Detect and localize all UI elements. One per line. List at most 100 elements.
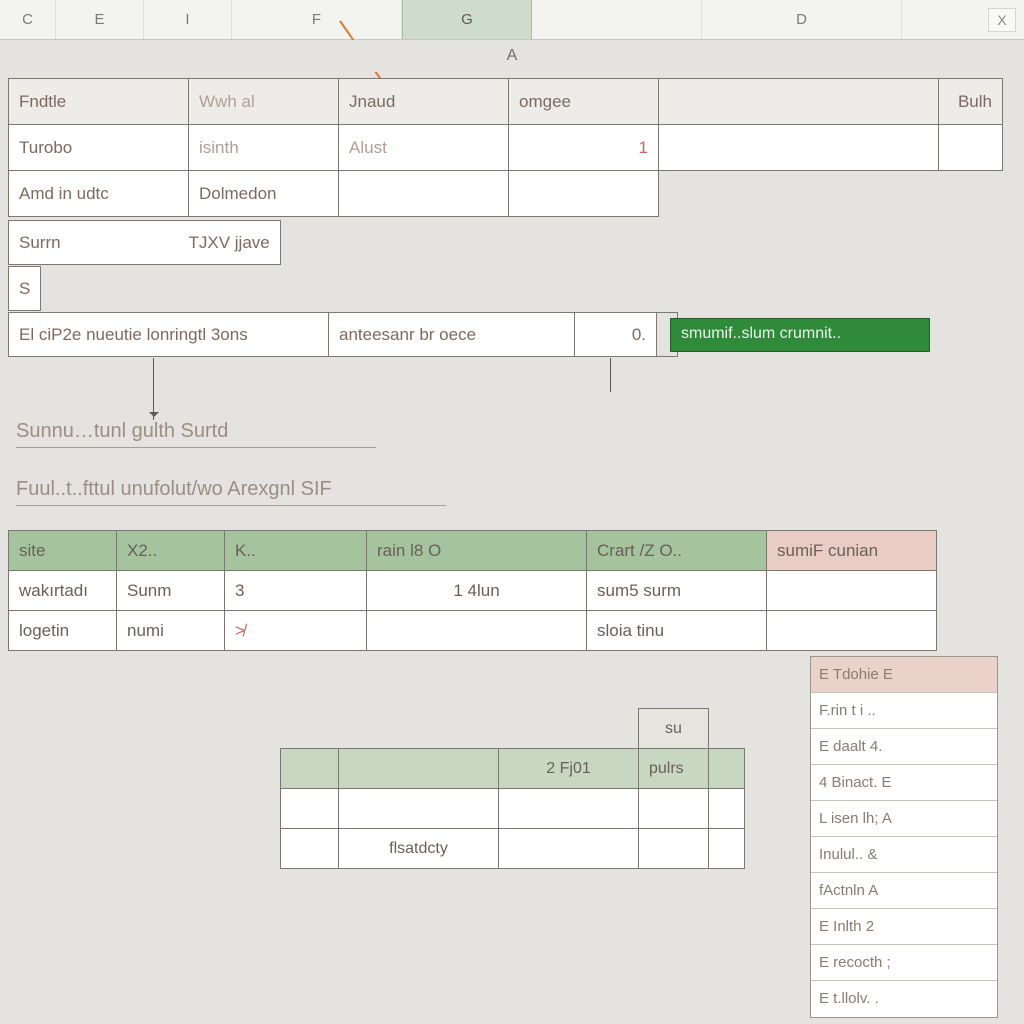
col-header[interactable]: I: [144, 0, 232, 39]
cell[interactable]: numi: [117, 611, 225, 651]
cell[interactable]: El ciP2e nueutie lonringtl 3ons: [9, 313, 329, 357]
cell[interactable]: Dolmedon: [189, 171, 339, 217]
cell[interactable]: omgee: [509, 79, 659, 125]
col-header[interactable]: E: [56, 0, 144, 39]
wide-row-2: S: [8, 266, 41, 311]
cell[interactable]: [659, 125, 939, 171]
table-row: El ciP2e nueutie lonringtl 3ons anteesan…: [9, 313, 678, 357]
table-row: S: [9, 267, 41, 311]
col-header[interactable]: [281, 749, 339, 789]
table-row: wakırtadı Sunm 3 1 4lun sum5 surm: [9, 571, 937, 611]
cell[interactable]: Surrn: [9, 221, 179, 265]
close-button[interactable]: X: [988, 8, 1016, 32]
side-list: E Tdohie E F.rin t i .. E daalt 4. 4 Bin…: [810, 656, 998, 1018]
formula-hint[interactable]: smumif..slum crumnit..: [670, 318, 930, 352]
table-row: 2 Fj01 pulrs: [281, 749, 745, 789]
cell[interactable]: [281, 829, 339, 869]
data-table-2: site X2.. K.. rain l8 O Crart /Z O.. sum…: [8, 530, 937, 651]
col-header[interactable]: [339, 749, 499, 789]
list-item[interactable]: L isen lh; A: [811, 801, 997, 837]
cell[interactable]: [281, 789, 339, 829]
cell[interactable]: S: [9, 267, 41, 311]
table-row: site X2.. K.. rain l8 O Crart /Z O.. sum…: [9, 531, 937, 571]
cell[interactable]: ≯: [225, 611, 367, 651]
cell[interactable]: 0.: [575, 313, 657, 357]
table-row: su: [281, 709, 745, 749]
cell[interactable]: [639, 829, 709, 869]
cell[interactable]: 3: [225, 571, 367, 611]
cell[interactable]: [639, 789, 709, 829]
cell[interactable]: [709, 789, 745, 829]
table-row: Surrn TJXV jjave: [9, 221, 281, 265]
col-header[interactable]: D: [702, 0, 902, 39]
col-header[interactable]: pulrs: [639, 749, 709, 789]
list-item[interactable]: 4 Binact. E: [811, 765, 997, 801]
col-header[interactable]: 2 Fj01: [499, 749, 639, 789]
connector-line: [610, 358, 611, 392]
cell[interactable]: 1 4lun: [367, 571, 587, 611]
table-row: [281, 789, 745, 829]
column-header-bar: C E I F G D X: [0, 0, 1024, 40]
cell[interactable]: sloia tinu: [587, 611, 767, 651]
col-header[interactable]: K..: [225, 531, 367, 571]
cell[interactable]: sum5 surm: [587, 571, 767, 611]
col-header[interactable]: Crart /Z O..: [587, 531, 767, 571]
col-header[interactable]: [532, 0, 702, 39]
table-row: Fndtle Wwh al Jnaud omgee Bulh: [9, 79, 1003, 125]
row-a-label: A: [0, 40, 1024, 72]
list-item[interactable]: E recocth ;: [811, 945, 997, 981]
list-item[interactable]: E Inlth 2: [811, 909, 997, 945]
cell[interactable]: 1: [509, 125, 659, 171]
cell[interactable]: anteesanr br oece: [329, 313, 575, 357]
table-row: flsatdcty: [281, 829, 745, 869]
cell[interactable]: [709, 829, 745, 869]
col-header[interactable]: [709, 749, 745, 789]
cell[interactable]: Jnaud: [339, 79, 509, 125]
cell[interactable]: Fndtle: [9, 79, 189, 125]
cell[interactable]: [339, 171, 509, 217]
data-table-3: su 2 Fj01 pulrs flsatdcty: [280, 708, 745, 869]
cell[interactable]: TJXV jjave: [179, 221, 281, 265]
table-row: logetin numi ≯ sloia tinu: [9, 611, 937, 651]
col-header[interactable]: rain l8 O: [367, 531, 587, 571]
col-header[interactable]: X2..: [117, 531, 225, 571]
data-table-1: Fndtle Wwh al Jnaud omgee Bulh Turobo is…: [8, 78, 1003, 217]
col-header[interactable]: site: [9, 531, 117, 571]
cell[interactable]: Amd in udtc: [9, 171, 189, 217]
cell[interactable]: [659, 79, 939, 125]
cell[interactable]: isinth: [189, 125, 339, 171]
cell[interactable]: [767, 571, 937, 611]
cell[interactable]: [367, 611, 587, 651]
col-header[interactable]: sumiF cunian: [767, 531, 937, 571]
list-item[interactable]: E Tdohie E: [811, 657, 997, 693]
section-heading-2: Fuul..t..fttul unufolut/wo Arexgnl SIF: [16, 478, 446, 506]
cell[interactable]: Wwh al: [189, 79, 339, 125]
wide-row-1: Surrn TJXV jjave: [8, 220, 281, 265]
list-item[interactable]: fActnln A: [811, 873, 997, 909]
wide-row-3: El ciP2e nueutie lonringtl 3ons anteesan…: [8, 312, 678, 357]
cell[interactable]: wakırtadı: [9, 571, 117, 611]
cell[interactable]: Alust: [339, 125, 509, 171]
cell[interactable]: [767, 611, 937, 651]
cell[interactable]: logetin: [9, 611, 117, 651]
cell[interactable]: [939, 125, 1003, 171]
table-row: Amd in udtc Dolmedon: [9, 171, 1003, 217]
connector-arrow: [153, 358, 154, 420]
list-item[interactable]: E daalt 4.: [811, 729, 997, 765]
cell[interactable]: flsatdcty: [339, 829, 499, 869]
cell[interactable]: Bulh: [939, 79, 1003, 125]
col-header[interactable]: F: [232, 0, 402, 39]
cell[interactable]: Sunm: [117, 571, 225, 611]
list-item[interactable]: Inulul.. &: [811, 837, 997, 873]
tab[interactable]: su: [639, 709, 709, 749]
col-header[interactable]: C: [0, 0, 56, 39]
list-item[interactable]: E t.llolv. .: [811, 981, 997, 1017]
col-header-selected[interactable]: G: [402, 0, 532, 39]
cell[interactable]: [339, 789, 499, 829]
cell[interactable]: [509, 171, 659, 217]
section-heading-1: Sunnu…tunl gulth Surtd: [16, 420, 376, 448]
cell[interactable]: [499, 789, 639, 829]
cell[interactable]: Turobo: [9, 125, 189, 171]
list-item[interactable]: F.rin t i ..: [811, 693, 997, 729]
cell[interactable]: [499, 829, 639, 869]
